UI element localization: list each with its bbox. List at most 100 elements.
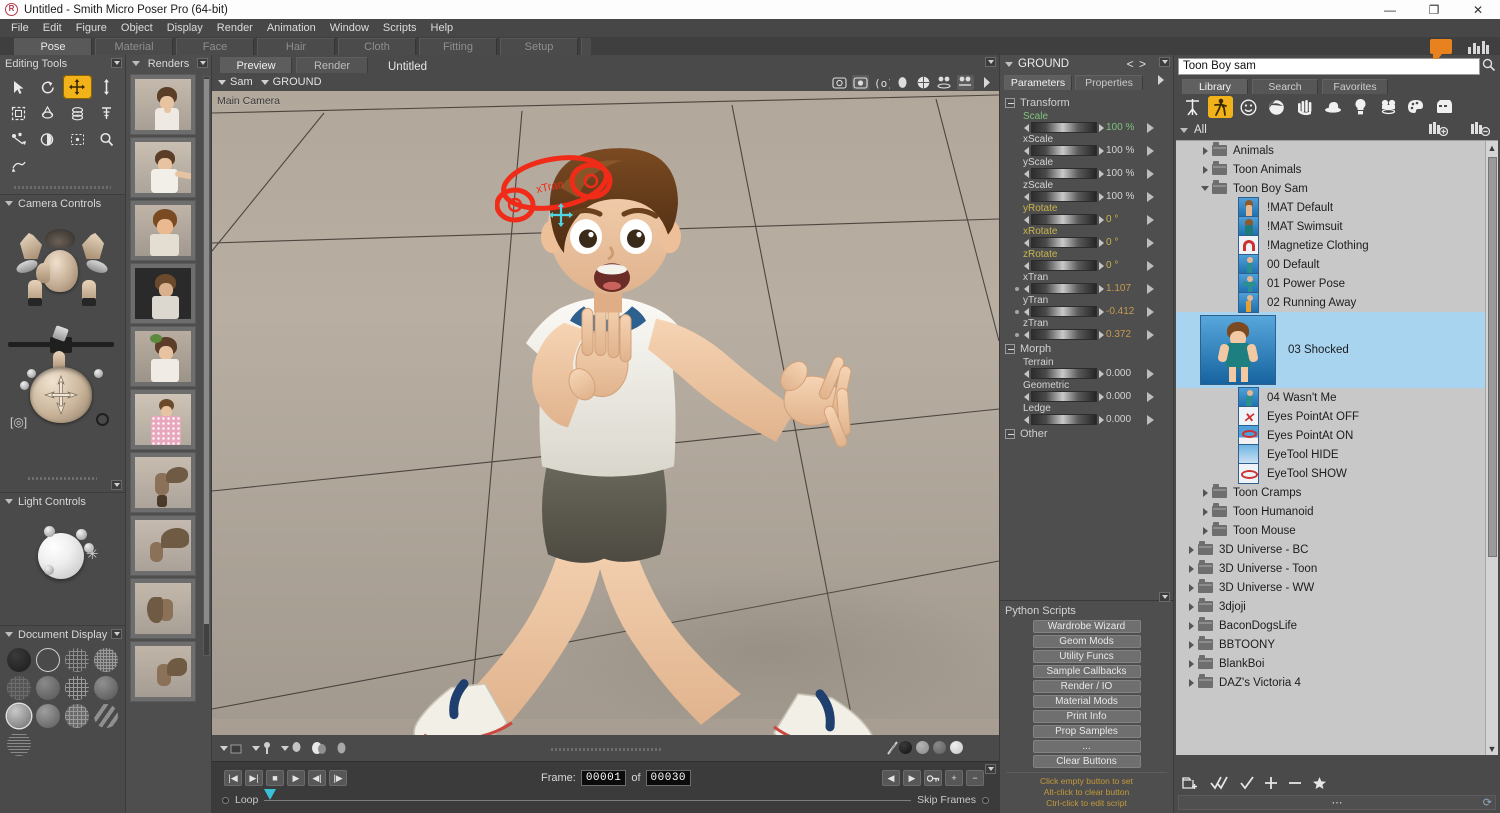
param-value[interactable]: 100 % bbox=[1106, 168, 1142, 179]
tracking-mode-icon[interactable] bbox=[886, 740, 899, 756]
renders-header[interactable]: Renders bbox=[126, 55, 211, 72]
dial-slider[interactable] bbox=[1031, 145, 1097, 156]
tab-favorites[interactable]: Favorites bbox=[1322, 79, 1388, 94]
python-button-wardrobe-wizard[interactable]: Wardrobe Wizard bbox=[1032, 620, 1141, 633]
param-menu-icon[interactable] bbox=[1147, 283, 1154, 294]
increment-icon[interactable] bbox=[1099, 284, 1104, 293]
parameters-group-other[interactable]: Other bbox=[1005, 428, 1170, 440]
parameters-tab-more-icon[interactable] bbox=[1157, 75, 1165, 88]
dot-widget-1[interactable] bbox=[27, 369, 36, 378]
room-tab-fitting[interactable]: Fitting bbox=[419, 38, 497, 55]
remove-icon[interactable] bbox=[1288, 776, 1302, 793]
menu-animation[interactable]: Animation bbox=[260, 20, 323, 36]
morph-brush-tool[interactable] bbox=[63, 127, 92, 151]
expand-icon[interactable] bbox=[1188, 564, 1194, 573]
param-menu-icon[interactable] bbox=[1147, 329, 1154, 340]
tree-folder-blankboi[interactable]: BlankBoi bbox=[1176, 654, 1498, 673]
increment-icon[interactable] bbox=[1099, 369, 1104, 378]
expand-icon[interactable] bbox=[1188, 602, 1194, 611]
menu-file[interactable]: File bbox=[4, 20, 36, 36]
list-item[interactable]: EyeTool SHOW bbox=[1176, 463, 1498, 484]
menu-object[interactable]: Object bbox=[114, 20, 160, 36]
remove-element-button[interactable]: − bbox=[966, 770, 984, 786]
expand-icon[interactable] bbox=[1202, 507, 1208, 516]
element-dropdown[interactable]: GROUND bbox=[260, 76, 322, 88]
left-hand-posing-thumb[interactable] bbox=[28, 280, 42, 306]
python-button-print-info[interactable]: Print Info bbox=[1032, 710, 1141, 723]
total-frames-input[interactable]: 00030 bbox=[645, 770, 692, 786]
dolly-bar-widget[interactable] bbox=[8, 325, 114, 353]
renders-thumbnail-list[interactable] bbox=[126, 72, 211, 813]
remove-library-icon[interactable] bbox=[1470, 121, 1491, 139]
display-style-cartoon[interactable] bbox=[92, 703, 119, 729]
render-thumb-9[interactable] bbox=[130, 578, 196, 639]
room-tab-face[interactable]: Face bbox=[176, 38, 254, 55]
twist-tool[interactable] bbox=[63, 101, 92, 125]
library-footer[interactable]: ⋯ ⟳ bbox=[1178, 795, 1496, 810]
next-frame-button[interactable]: |▶ bbox=[329, 770, 347, 786]
tree-folder-toon-cramps[interactable]: Toon Cramps bbox=[1176, 483, 1498, 502]
increment-icon[interactable] bbox=[1099, 169, 1104, 178]
translate-handle-icon[interactable] bbox=[549, 203, 573, 227]
viewport-resize-grip[interactable] bbox=[550, 746, 661, 753]
light-node-4[interactable] bbox=[44, 565, 54, 575]
display-style-sketch-shaded[interactable] bbox=[64, 703, 91, 729]
parameters-group-transform[interactable]: Transform bbox=[1005, 97, 1170, 109]
editing-tools-menu-button[interactable] bbox=[111, 58, 122, 68]
increment-icon[interactable] bbox=[1099, 330, 1104, 339]
display-style-silhouette[interactable] bbox=[6, 647, 33, 673]
render-thumb-8[interactable] bbox=[130, 515, 196, 576]
param-value[interactable]: 0 ° bbox=[1106, 237, 1142, 248]
scale-tool[interactable] bbox=[4, 101, 33, 125]
go-to-end-button[interactable]: ▶| bbox=[245, 770, 263, 786]
render-thumb-7[interactable] bbox=[130, 452, 196, 513]
tab-render[interactable]: Render bbox=[296, 57, 368, 73]
param-menu-icon[interactable] bbox=[1147, 168, 1154, 179]
apply-icon[interactable] bbox=[1240, 775, 1254, 793]
list-item[interactable]: 01 Power Pose bbox=[1176, 273, 1498, 294]
top-camera-thumb[interactable] bbox=[45, 229, 75, 248]
render-thumb-5[interactable] bbox=[130, 326, 196, 387]
dial-slider[interactable] bbox=[1031, 414, 1097, 425]
room-tab-cloth[interactable]: Cloth bbox=[338, 38, 416, 55]
shadow-toggle-icon[interactable] bbox=[936, 75, 953, 90]
props-category-icon[interactable] bbox=[1320, 96, 1345, 118]
param-menu-icon[interactable] bbox=[1147, 391, 1154, 402]
list-item[interactable]: 04 Wasn't Me bbox=[1176, 387, 1498, 408]
param-value[interactable]: 0.000 bbox=[1106, 414, 1142, 425]
left-hand-camera-thumb[interactable] bbox=[20, 233, 42, 259]
menu-render[interactable]: Render bbox=[210, 20, 260, 36]
add-icon[interactable] bbox=[1264, 776, 1278, 793]
create-key-button[interactable] bbox=[924, 770, 942, 786]
chevron-down-icon[interactable] bbox=[1180, 127, 1188, 133]
param-value[interactable]: -0.412 bbox=[1106, 306, 1142, 317]
camera-globe-icon[interactable] bbox=[915, 75, 932, 90]
decrement-icon[interactable] bbox=[1024, 307, 1029, 316]
stop-button[interactable]: ■ bbox=[266, 770, 284, 786]
menu-figure[interactable]: Figure bbox=[69, 20, 114, 36]
param-value[interactable]: 0 ° bbox=[1106, 214, 1142, 225]
decrement-icon[interactable] bbox=[1024, 330, 1029, 339]
menu-window[interactable]: Window bbox=[323, 20, 376, 36]
expand-icon[interactable] bbox=[1188, 621, 1194, 630]
actor-dropdown[interactable]: Sam bbox=[218, 76, 253, 88]
magnify-tool[interactable] bbox=[92, 127, 121, 151]
room-tab-pose[interactable]: Pose bbox=[14, 38, 92, 55]
go-to-start-button[interactable]: |◀ bbox=[224, 770, 242, 786]
camera-circle-icon[interactable] bbox=[894, 75, 911, 90]
dot-widget-2[interactable] bbox=[94, 369, 103, 378]
room-tab-setup[interactable]: Setup bbox=[500, 38, 578, 55]
render-thumb-6[interactable] bbox=[130, 389, 196, 450]
increment-icon[interactable] bbox=[1099, 215, 1104, 224]
previous-key-button[interactable]: ◀ bbox=[882, 770, 900, 786]
list-item[interactable]: !Magnetize Clothing bbox=[1176, 235, 1498, 256]
cameras-category-icon[interactable] bbox=[1376, 96, 1401, 118]
display-style-smooth-lined[interactable] bbox=[6, 703, 33, 729]
palette-resize-grip[interactable] bbox=[14, 184, 111, 191]
tree-folder-3djoji[interactable]: 3djoji bbox=[1176, 597, 1498, 616]
renders-menu-button[interactable] bbox=[197, 58, 208, 68]
tree-folder-3d-universe-toon[interactable]: 3D Universe - Toon bbox=[1176, 559, 1498, 578]
direct-manipulation-tool[interactable] bbox=[4, 153, 33, 177]
library-toggle-icon[interactable] bbox=[1468, 39, 1492, 54]
increment-icon[interactable] bbox=[1099, 307, 1104, 316]
